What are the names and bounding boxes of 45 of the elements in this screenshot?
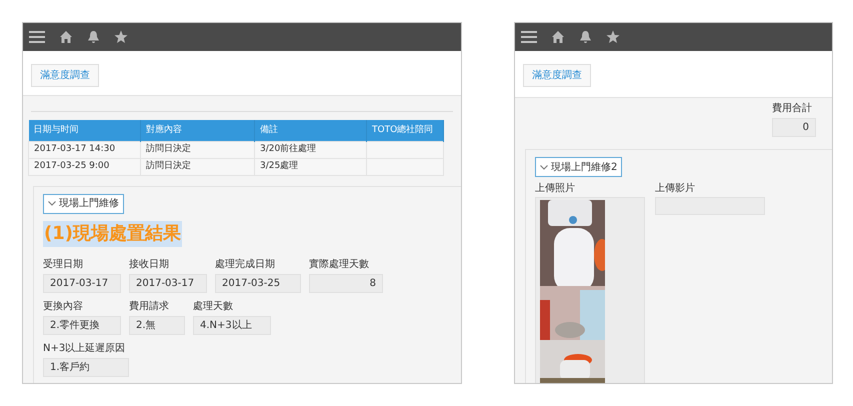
field-label: 上傳照片 — [535, 183, 576, 195]
section-heading: (1)現場處置結果 — [43, 220, 182, 246]
survey-button[interactable]: 滿意度調查 — [31, 64, 99, 87]
table-cell: 訪問日決定 — [146, 161, 191, 171]
menu-icon[interactable] — [521, 30, 537, 44]
field-value: 4.N+3以上 — [193, 316, 271, 334]
field-value: 0 — [772, 118, 816, 137]
table-cell: 2017-03-17 14:30 — [34, 144, 116, 154]
chevron-down-icon — [540, 164, 548, 170]
section-toggle[interactable]: 現場上門維修 — [43, 194, 124, 214]
field-value: 1.客戶約 — [43, 358, 129, 376]
field-label: 費用請求 — [129, 300, 170, 312]
field-label: 上傳影片 — [655, 183, 696, 195]
field-label: 處理完成日期 — [215, 258, 276, 270]
home-icon[interactable] — [551, 30, 565, 44]
star-icon[interactable] — [114, 30, 128, 44]
column-header[interactable]: 備註 — [254, 120, 366, 141]
field-label: 費用合計 — [772, 103, 813, 115]
field-value: 2.無 — [129, 316, 185, 334]
table-cell: 2017-03-25 9:00 — [34, 161, 110, 171]
column-header[interactable]: TOTO總社陪同 — [366, 120, 444, 141]
home-icon[interactable] — [59, 30, 73, 44]
field-label: 實際處理天數 — [309, 258, 370, 270]
field-label: 處理天數 — [193, 300, 234, 312]
column-header[interactable]: 日期与时间 — [28, 120, 140, 141]
field-value: 2.零件更換 — [43, 316, 121, 334]
table-cell: 3/25處理 — [260, 161, 298, 171]
column-header[interactable]: 對應內容 — [140, 120, 254, 141]
field-value: 2017-03-17 — [43, 274, 121, 292]
menu-icon[interactable] — [29, 30, 45, 44]
field-label: 受理日期 — [43, 258, 84, 270]
field-label: 接收日期 — [129, 258, 170, 270]
table-cell: 訪問日決定 — [146, 144, 191, 154]
bell-icon[interactable] — [579, 30, 592, 44]
field-value: 2017-03-17 — [129, 274, 207, 292]
section-toggle[interactable]: 現場上門維修2 — [535, 157, 622, 177]
table-cell: 3/20前往處理 — [260, 144, 316, 154]
survey-button[interactable]: 滿意度調查 — [523, 64, 591, 87]
star-icon[interactable] — [606, 30, 620, 44]
field-label: N+3以上延遲原因 — [43, 342, 126, 354]
field-value: 8 — [309, 274, 383, 292]
field-label: 更換內容 — [43, 300, 84, 312]
field-value: 2017-03-25 — [215, 274, 301, 292]
bell-icon[interactable] — [87, 30, 100, 44]
chevron-down-icon — [48, 201, 56, 206]
